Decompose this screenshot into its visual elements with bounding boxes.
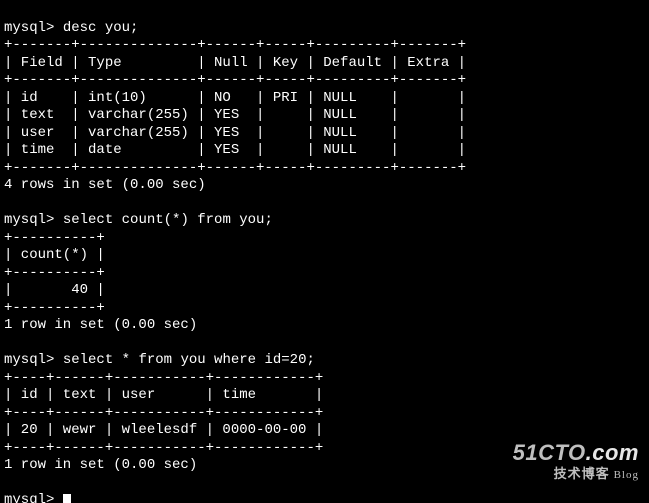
result-summary: 4 rows in set (0.00 sec) bbox=[4, 177, 206, 193]
mysql-prompt: mysql> bbox=[4, 352, 54, 368]
table-header-row: | Field | Type | Null | Key | Default | … bbox=[4, 55, 466, 71]
table-border: +-------+--------------+------+-----+---… bbox=[4, 37, 466, 53]
table-header-row: | count(*) | bbox=[4, 247, 105, 263]
table-border: +-------+--------------+------+-----+---… bbox=[4, 160, 466, 176]
table-border: +-------+--------------+------+-----+---… bbox=[4, 72, 466, 88]
sql-command-count: select count(*) from you; bbox=[63, 212, 273, 228]
table-row: | 40 | bbox=[4, 282, 105, 298]
mysql-prompt: mysql> bbox=[4, 492, 54, 503]
mysql-terminal[interactable]: mysql> desc you; +-------+--------------… bbox=[0, 0, 649, 503]
table-border: +----------+ bbox=[4, 265, 105, 281]
sql-command-select: select * from you where id=20; bbox=[63, 352, 315, 368]
cursor bbox=[63, 494, 71, 503]
table-border: +----+------+-----------+------------+ bbox=[4, 405, 323, 421]
result-summary: 1 row in set (0.00 sec) bbox=[4, 457, 197, 473]
mysql-prompt: mysql> bbox=[4, 212, 54, 228]
table-border: +----------+ bbox=[4, 230, 105, 246]
table-border: +----------+ bbox=[4, 300, 105, 316]
table-row: | text | varchar(255) | YES | | NULL | | bbox=[4, 107, 466, 123]
table-border: +----+------+-----------+------------+ bbox=[4, 370, 323, 386]
table-row: | id | int(10) | NO | PRI | NULL | | bbox=[4, 90, 466, 106]
table-border: +----+------+-----------+------------+ bbox=[4, 440, 323, 456]
table-header-row: | id | text | user | time | bbox=[4, 387, 323, 403]
sql-command-desc: desc you; bbox=[63, 20, 139, 36]
table-row: | 20 | wewr | wleelesdf | 0000-00-00 | bbox=[4, 422, 323, 438]
table-row: | user | varchar(255) | YES | | NULL | | bbox=[4, 125, 466, 141]
result-summary: 1 row in set (0.00 sec) bbox=[4, 317, 197, 333]
table-row: | time | date | YES | | NULL | | bbox=[4, 142, 466, 158]
mysql-prompt: mysql> bbox=[4, 20, 54, 36]
